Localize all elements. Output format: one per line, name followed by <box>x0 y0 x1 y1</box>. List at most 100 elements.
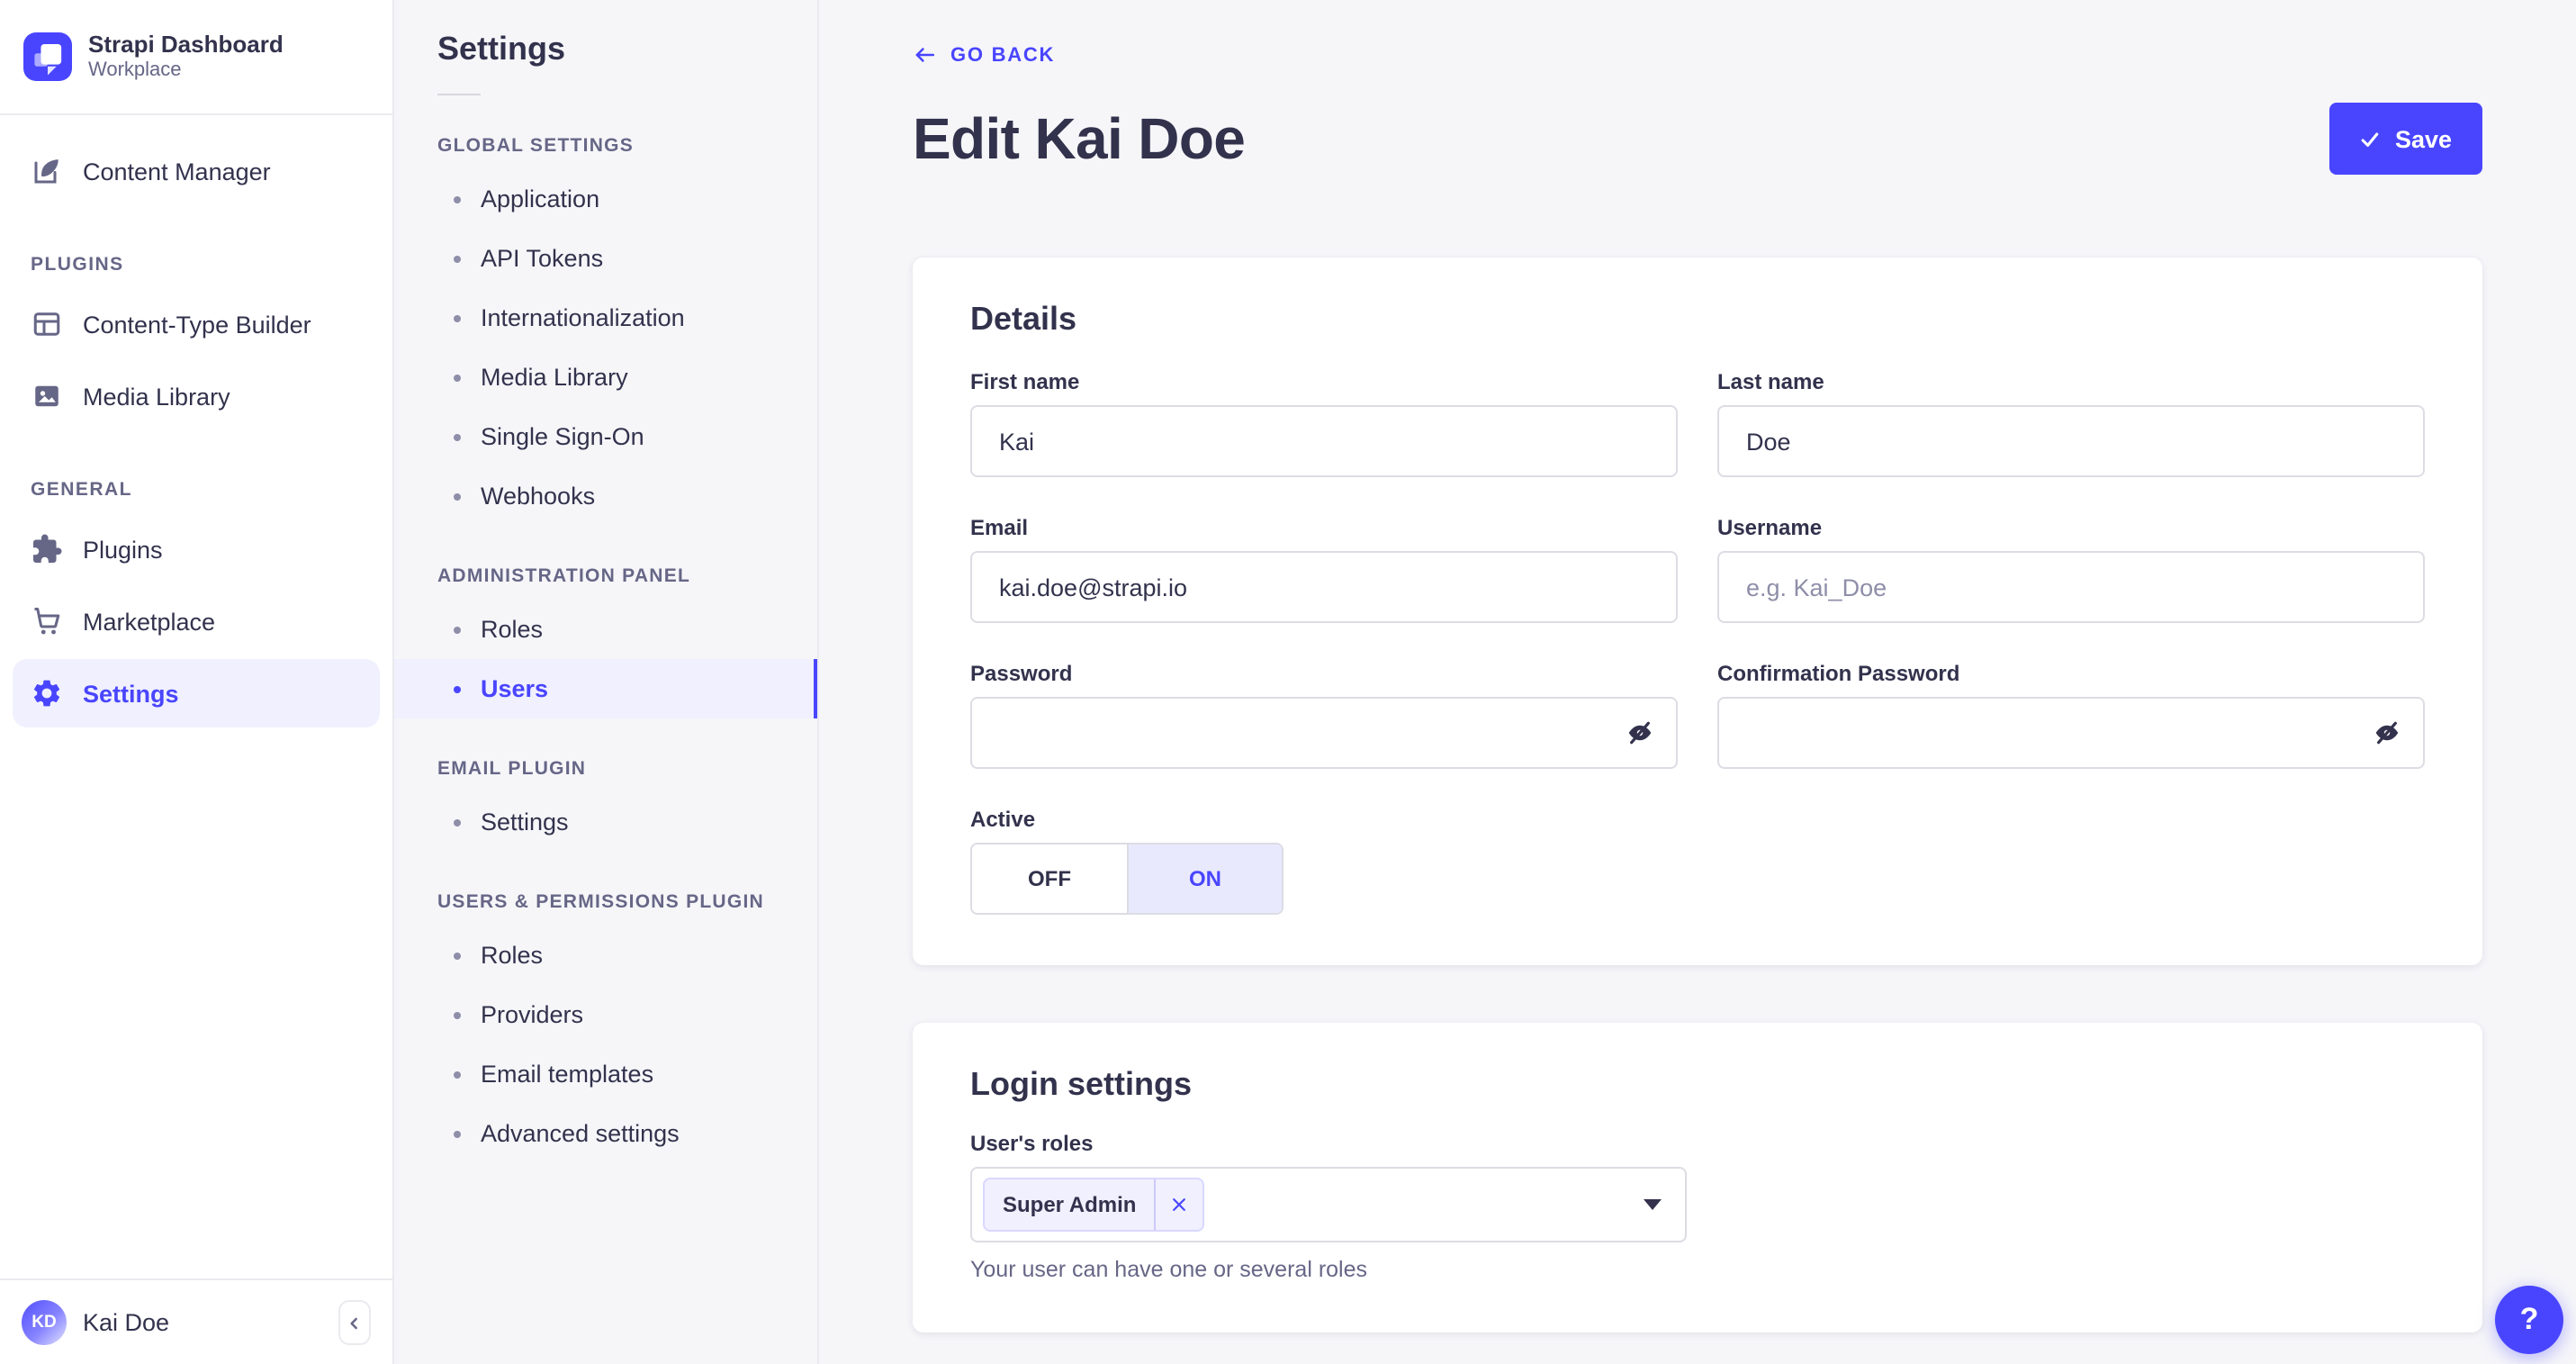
subnav-item-label: Roles <box>481 942 544 969</box>
sidebar-item-settings[interactable]: Settings <box>13 659 380 727</box>
bullet-icon <box>454 314 461 321</box>
subnav-item-admin-roles[interactable]: Roles <box>394 600 817 659</box>
eye-off-icon <box>2373 718 2401 747</box>
sidebar-item-label: Settings <box>83 680 179 707</box>
sidebar-item-content-type-builder[interactable]: Content-Type Builder <box>13 290 380 358</box>
help-button[interactable]: ? <box>2495 1286 2563 1354</box>
main-content: GO BACK Edit Kai Doe Save Details First … <box>819 0 2576 1364</box>
toggle-password-visibility-button[interactable] <box>1622 715 1658 751</box>
go-back-link[interactable]: GO BACK <box>913 43 1055 67</box>
login-settings-card: Login settings User's roles Super Admin <box>913 1023 2482 1332</box>
subnav-item-email-settings[interactable]: Settings <box>394 792 817 852</box>
first-name-input[interactable] <box>970 405 1678 477</box>
sidebar-item-marketplace[interactable]: Marketplace <box>13 587 380 655</box>
page-title: Edit Kai Doe <box>913 105 1246 170</box>
subnav-item-admin-users[interactable]: Users <box>394 659 817 718</box>
role-tag: Super Admin <box>983 1178 1205 1232</box>
sidebar-item-content-manager[interactable]: Content Manager <box>13 137 380 205</box>
password-input[interactable] <box>970 697 1678 769</box>
toggle-confirm-password-visibility-button[interactable] <box>2369 715 2405 751</box>
sidebar-collapse-button[interactable] <box>338 1300 371 1345</box>
workspace-switcher[interactable]: Strapi Dashboard Workplace <box>0 0 392 115</box>
subnav-item-up-roles[interactable]: Roles <box>394 926 817 985</box>
subnav-item-label: Email templates <box>481 1061 654 1088</box>
subnav-item-media-library[interactable]: Media Library <box>394 348 817 407</box>
user-roles-select[interactable]: Super Admin <box>970 1167 1687 1242</box>
sidebar-item-media-library[interactable]: Media Library <box>13 362 380 430</box>
sidebar-item-label: Plugins <box>83 536 163 563</box>
subnav-divider <box>437 94 481 95</box>
subnav-item-single-sign-on[interactable]: Single Sign-On <box>394 407 817 466</box>
subnav-item-label: Advanced settings <box>481 1120 680 1147</box>
password-label: Password <box>970 661 1073 686</box>
subnav-item-label: Internationalization <box>481 304 685 331</box>
details-form-grid: First name Last name Email Username Pass <box>970 369 2425 915</box>
details-card-title: Details <box>970 301 1077 337</box>
bullet-icon <box>454 818 461 826</box>
subnav-section-email-plugin: EMAIL PLUGIN <box>437 758 587 780</box>
first-name-label: First name <box>970 369 1080 394</box>
subnav-item-application[interactable]: Application <box>394 169 817 229</box>
password-field-group: Password <box>970 661 1678 769</box>
subnav-item-up-advanced-settings[interactable]: Advanced settings <box>394 1104 817 1163</box>
last-name-input[interactable] <box>1717 405 2425 477</box>
username-input[interactable] <box>1717 551 2425 623</box>
email-label: Email <box>970 515 1029 540</box>
bullet-icon <box>454 492 461 500</box>
subnav-item-internationalization[interactable]: Internationalization <box>394 288 817 348</box>
strapi-admin-app: Strapi Dashboard Workplace Content Manag… <box>0 0 2576 1364</box>
subnav-item-api-tokens[interactable]: API Tokens <box>394 229 817 288</box>
active-toggle-off-button[interactable]: OFF <box>972 845 1127 913</box>
help-button-label: ? <box>2519 1302 2539 1336</box>
subnav-item-label: Application <box>481 185 600 212</box>
subnav-item-label: API Tokens <box>481 245 604 272</box>
active-label: Active <box>970 807 1036 832</box>
confirm-password-input[interactable] <box>1717 697 2425 769</box>
puzzle-icon <box>31 533 63 565</box>
sidebar-nav: Content Manager PLUGINS Content-Type Bui… <box>0 115 392 1278</box>
save-button[interactable]: Save <box>2329 103 2482 175</box>
arrow-left-icon <box>913 43 936 67</box>
subnav-item-label: Media Library <box>481 364 628 391</box>
email-field-group: Email <box>970 515 1678 623</box>
subnav-item-up-providers[interactable]: Providers <box>394 985 817 1044</box>
confirm-password-label: Confirmation Password <box>1717 661 1960 686</box>
sidebar-item-label: Content-Type Builder <box>83 311 311 338</box>
bullet-icon <box>454 685 461 692</box>
confirm-password-field-group: Confirmation Password <box>1717 661 2425 769</box>
bullet-icon <box>454 1130 461 1137</box>
subnav-section-users-permissions-plugin: USERS & PERMISSIONS PLUGIN <box>437 891 764 913</box>
user-roles-helper-text: Your user can have one or several roles <box>970 1257 1368 1282</box>
subnav-section-global-settings: GLOBAL SETTINGS <box>437 135 635 157</box>
x-icon <box>1173 1198 1186 1211</box>
workspace-name: Workplace <box>88 59 182 81</box>
username-label: Username <box>1717 515 1823 540</box>
settings-subnav: Settings GLOBAL SETTINGS Application API… <box>394 0 819 1364</box>
main-sidebar: Strapi Dashboard Workplace Content Manag… <box>0 0 394 1364</box>
email-input[interactable] <box>970 551 1678 623</box>
sidebar-item-plugins[interactable]: Plugins <box>13 515 380 583</box>
subnav-item-webhooks[interactable]: Webhooks <box>394 466 817 526</box>
app-title: Strapi Dashboard <box>88 30 284 57</box>
save-button-label: Save <box>2394 125 2452 152</box>
sidebar-section-general: GENERAL <box>31 479 132 501</box>
layout-grid-icon <box>31 308 63 340</box>
user-avatar[interactable]: KD <box>22 1300 67 1345</box>
remove-role-button[interactable] <box>1154 1179 1202 1230</box>
username-field-group: Username <box>1717 515 2425 623</box>
gear-icon <box>31 677 63 709</box>
active-toggle-on-button[interactable]: ON <box>1127 845 1282 913</box>
first-name-field-group: First name <box>970 369 1678 477</box>
image-icon <box>31 380 63 412</box>
sidebar-section-plugins: PLUGINS <box>31 254 124 276</box>
chevron-down-icon <box>1644 1199 1662 1210</box>
user-name: Kai Doe <box>83 1309 170 1336</box>
last-name-label: Last name <box>1717 369 1824 394</box>
chevron-left-icon <box>346 1314 364 1332</box>
password-input-wrapper <box>970 697 1678 769</box>
login-settings-title: Login settings <box>970 1066 1192 1102</box>
subnav-item-up-email-templates[interactable]: Email templates <box>394 1044 817 1104</box>
confirm-password-input-wrapper <box>1717 697 2425 769</box>
feather-edit-icon <box>31 155 63 187</box>
bullet-icon <box>454 626 461 633</box>
